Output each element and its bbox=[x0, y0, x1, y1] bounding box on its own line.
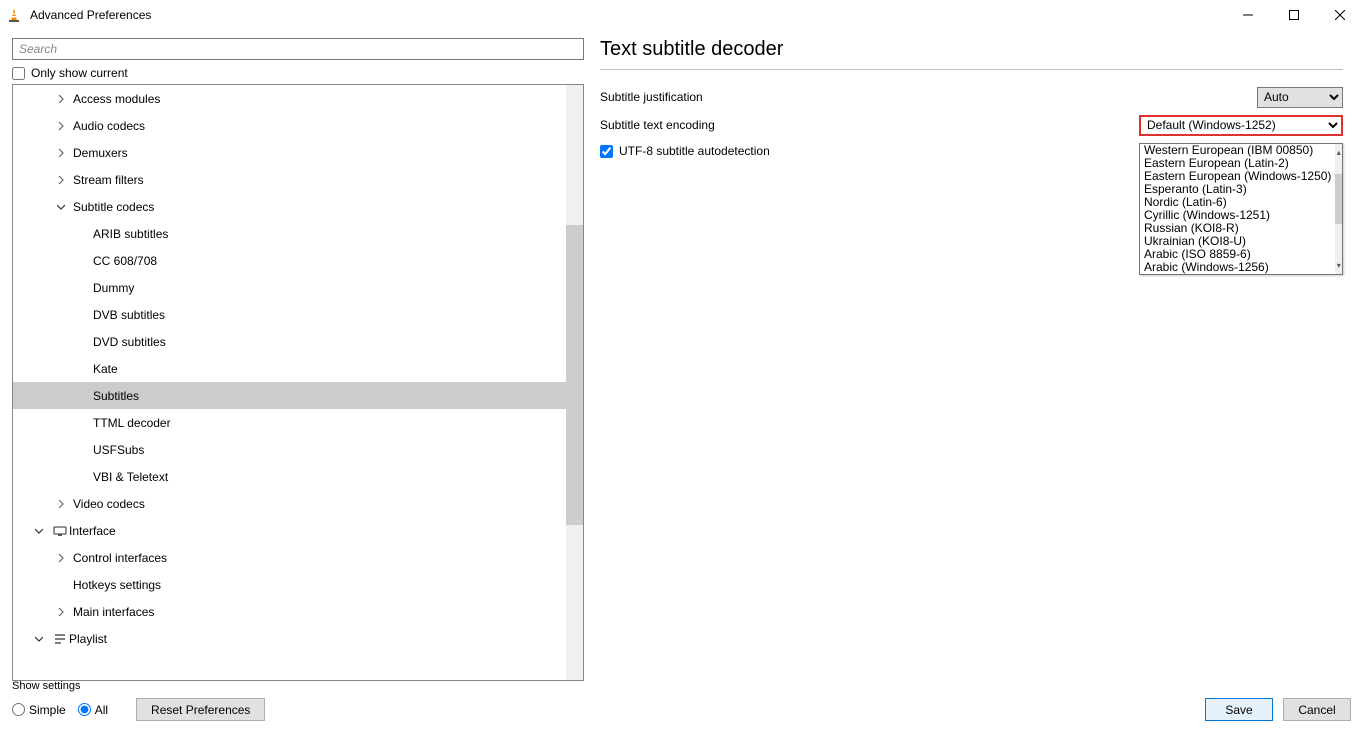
tree-item-label: DVD subtitles bbox=[93, 335, 166, 349]
tree-item[interactable]: Subtitles bbox=[13, 382, 566, 409]
titlebar: Advanced Preferences bbox=[0, 0, 1363, 30]
tree-item[interactable]: Subtitle codecs bbox=[13, 193, 566, 220]
reset-preferences-button[interactable]: Reset Preferences bbox=[136, 698, 265, 721]
tree-item-label: Hotkeys settings bbox=[73, 578, 161, 592]
radio-simple-label[interactable]: Simple bbox=[12, 703, 66, 717]
vlc-cone-icon bbox=[6, 7, 22, 23]
encoding-dropdown-list[interactable]: Western European (IBM 00850)Eastern Euro… bbox=[1139, 143, 1343, 275]
justification-label: Subtitle justification bbox=[600, 90, 703, 104]
tree-item[interactable]: Dummy bbox=[13, 274, 566, 301]
tree-item-label: USFSubs bbox=[93, 443, 144, 457]
bottom-bar: Show settings Simple All Reset Preferenc… bbox=[0, 681, 1363, 731]
right-pane: Text subtitle decoder Subtitle justifica… bbox=[600, 38, 1351, 681]
scroll-down-arrow[interactable]: ▾ bbox=[1335, 257, 1342, 274]
tree-item-label: Subtitle codecs bbox=[73, 200, 154, 214]
dropdown-scrollbar-thumb[interactable] bbox=[1335, 174, 1342, 224]
tree-item[interactable]: Main interfaces bbox=[13, 598, 566, 625]
only-show-current-checkbox[interactable] bbox=[12, 67, 25, 80]
panel-title: Text subtitle decoder bbox=[600, 38, 1343, 70]
tree-view[interactable]: Access modules Audio codecs Demuxers Stream… bbox=[13, 85, 566, 680]
tree-item[interactable]: DVB subtitles bbox=[13, 301, 566, 328]
tree-item[interactable]: Access modules bbox=[13, 85, 566, 112]
tree-item-label: Subtitles bbox=[93, 389, 139, 403]
encoding-option[interactable]: Arabic (Windows-1256) bbox=[1140, 261, 1335, 274]
tree-item-label: ARIB subtitles bbox=[93, 227, 168, 241]
window-title: Advanced Preferences bbox=[30, 8, 151, 22]
tree-item[interactable]: ARIB subtitles bbox=[13, 220, 566, 247]
utf8-autodetect-checkbox[interactable] bbox=[600, 145, 613, 158]
scrollbar-thumb[interactable] bbox=[566, 225, 583, 525]
chevron-right-icon[interactable] bbox=[55, 500, 67, 508]
tree-item[interactable]: TTML decoder bbox=[13, 409, 566, 436]
close-button[interactable] bbox=[1317, 0, 1363, 30]
tree-item-label: Dummy bbox=[93, 281, 134, 295]
maximize-button[interactable] bbox=[1271, 0, 1317, 30]
radio-all[interactable] bbox=[78, 703, 91, 716]
interface-icon bbox=[51, 524, 69, 538]
tree-item[interactable]: Demuxers bbox=[13, 139, 566, 166]
tree-item-label: Control interfaces bbox=[73, 551, 167, 565]
chevron-down-icon[interactable] bbox=[55, 203, 67, 211]
tree-item-label: DVB subtitles bbox=[93, 308, 165, 322]
tree-item[interactable]: Audio codecs bbox=[13, 112, 566, 139]
tree-item-label: Interface bbox=[69, 524, 116, 538]
tree-item-label: Kate bbox=[93, 362, 118, 376]
tree-item-label: Video codecs bbox=[73, 497, 145, 511]
chevron-right-icon[interactable] bbox=[55, 608, 67, 616]
tree-item-label: Main interfaces bbox=[73, 605, 154, 619]
scroll-up-arrow[interactable]: ▴ bbox=[1335, 144, 1342, 161]
tree-item[interactable]: DVD subtitles bbox=[13, 328, 566, 355]
search-input[interactable] bbox=[12, 38, 584, 60]
minimize-button[interactable] bbox=[1225, 0, 1271, 30]
left-pane: Only show current Access modules Audio co… bbox=[12, 38, 584, 681]
tree-item-label: Access modules bbox=[73, 92, 160, 106]
tree-item[interactable]: Interface bbox=[13, 517, 566, 544]
tree-item[interactable]: Playlist bbox=[13, 625, 566, 652]
chevron-right-icon[interactable] bbox=[55, 95, 67, 103]
tree-item[interactable]: Control interfaces bbox=[13, 544, 566, 571]
chevron-right-icon[interactable] bbox=[55, 122, 67, 130]
save-button[interactable]: Save bbox=[1205, 698, 1273, 721]
tree-item[interactable]: CC 608/708 bbox=[13, 247, 566, 274]
chevron-right-icon[interactable] bbox=[55, 176, 67, 184]
tree-item-label: Playlist bbox=[69, 632, 107, 646]
justification-select[interactable]: Auto bbox=[1257, 87, 1343, 108]
playlist-icon bbox=[51, 632, 69, 646]
tree-item[interactable]: Stream filters bbox=[13, 166, 566, 193]
tree-item[interactable]: USFSubs bbox=[13, 436, 566, 463]
cancel-button[interactable]: Cancel bbox=[1283, 698, 1351, 721]
window-controls bbox=[1225, 0, 1363, 30]
show-settings-label: Show settings bbox=[12, 680, 265, 692]
tree-container: Access modules Audio codecs Demuxers Stream… bbox=[12, 84, 584, 681]
utf8-autodetect-label: UTF-8 subtitle autodetection bbox=[619, 144, 770, 158]
tree-item-label: CC 608/708 bbox=[93, 254, 157, 268]
only-show-current-label: Only show current bbox=[31, 66, 128, 80]
chevron-right-icon[interactable] bbox=[55, 554, 67, 562]
radio-simple[interactable] bbox=[12, 703, 25, 716]
tree-scrollbar[interactable] bbox=[566, 85, 583, 680]
chevron-down-icon[interactable] bbox=[33, 527, 45, 535]
chevron-right-icon[interactable] bbox=[55, 149, 67, 157]
tree-item[interactable]: Kate bbox=[13, 355, 566, 382]
tree-item-label: Stream filters bbox=[73, 173, 144, 187]
tree-item[interactable]: VBI & Teletext bbox=[13, 463, 566, 490]
chevron-down-icon[interactable] bbox=[33, 635, 45, 643]
tree-item-label: TTML decoder bbox=[93, 416, 171, 430]
radio-all-label[interactable]: All bbox=[78, 703, 108, 717]
tree-item-label: VBI & Teletext bbox=[93, 470, 168, 484]
tree-item-label: Demuxers bbox=[73, 146, 128, 160]
encoding-label: Subtitle text encoding bbox=[600, 118, 715, 132]
dropdown-scrollbar[interactable]: ▴ ▾ bbox=[1335, 144, 1342, 274]
tree-item[interactable]: Video codecs bbox=[13, 490, 566, 517]
tree-item-label: Audio codecs bbox=[73, 119, 145, 133]
encoding-select[interactable]: Default (Windows-1252) bbox=[1139, 115, 1343, 136]
tree-item[interactable]: Hotkeys settings bbox=[13, 571, 566, 598]
